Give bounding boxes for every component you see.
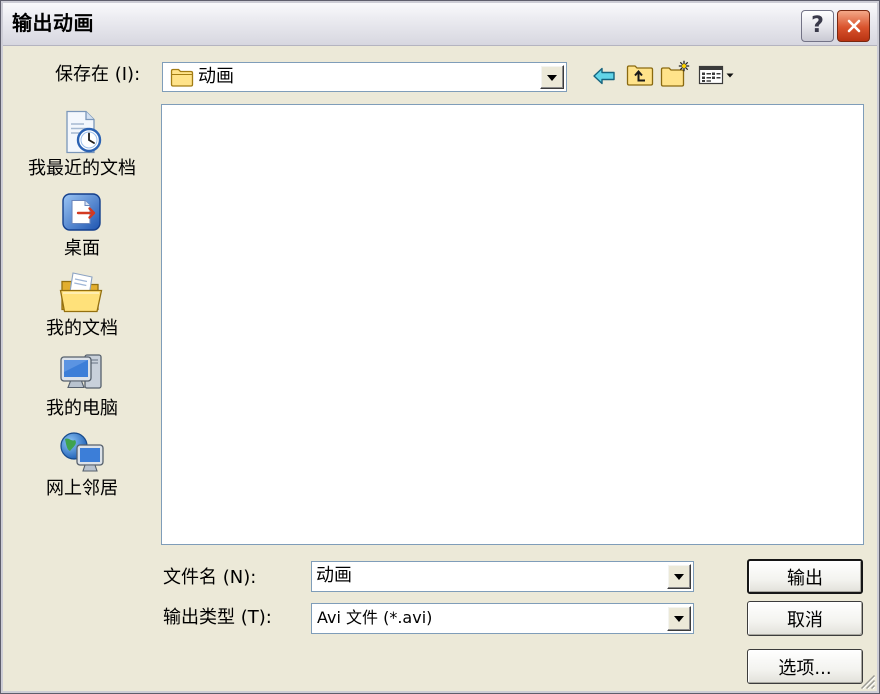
places-item-label: 我的电脑	[46, 398, 118, 419]
places-item-my-computer[interactable]: 我的电脑	[20, 344, 144, 422]
view-menu-button[interactable]	[698, 64, 736, 86]
back-arrow-icon	[593, 67, 615, 85]
title-bar[interactable]: 输出动画 ?	[0, 0, 880, 46]
save-in-dropdown-button[interactable]	[540, 65, 564, 89]
output-button[interactable]: 输出	[747, 559, 863, 594]
places-item-label: 我最近的文档	[28, 158, 136, 179]
save-in-label: 保存在 (I):	[55, 64, 141, 85]
back-button[interactable]	[592, 65, 616, 87]
save-in-combobox[interactable]: 动画	[162, 62, 567, 92]
file-name-value: 动画	[316, 565, 352, 586]
places-item-recent-documents[interactable]: 我最近的文档	[20, 104, 144, 182]
cancel-button[interactable]: 取消	[747, 601, 863, 636]
places-item-my-documents[interactable]: 我的文档	[20, 264, 144, 342]
file-type-label: 输出类型 (T):	[163, 607, 272, 628]
file-name-dropdown-button[interactable]	[667, 564, 691, 589]
chevron-down-icon	[547, 74, 557, 81]
new-folder-icon	[660, 60, 690, 87]
file-type-dropdown-button[interactable]	[667, 606, 691, 631]
places-item-network-places[interactable]: 网上邻居	[20, 424, 144, 502]
my-documents-icon	[59, 272, 103, 313]
file-type-select[interactable]: Avi 文件 (*.avi)	[311, 603, 694, 634]
save-in-value: 动画	[198, 66, 234, 87]
up-folder-icon	[626, 65, 654, 86]
chevron-down-icon	[674, 616, 684, 622]
create-new-folder-button[interactable]	[660, 60, 690, 88]
help-question-icon: ?	[811, 13, 824, 38]
file-type-value: Avi 文件 (*.avi)	[317, 608, 433, 627]
file-list[interactable]	[161, 104, 864, 545]
folder-icon	[170, 68, 194, 87]
my-computer-icon	[60, 354, 102, 389]
file-name-combobox[interactable]: 动画	[311, 561, 694, 592]
places-item-label: 我的文档	[46, 318, 118, 339]
save-dialog-window: 输出动画 ? 保存在 (I): 动画 我最近的文档 桌面 我的文档 我的电脑 网…	[0, 0, 880, 694]
resize-grip[interactable]	[856, 670, 876, 690]
options-button[interactable]: 选项...	[747, 649, 863, 684]
close-icon	[847, 19, 860, 33]
places-item-label: 网上邻居	[46, 478, 118, 499]
network-places-icon	[60, 432, 104, 472]
up-one-level-button[interactable]	[626, 63, 654, 87]
resize-grip-icon	[861, 675, 876, 690]
places-item-desktop[interactable]: 桌面	[20, 184, 144, 262]
places-item-label: 桌面	[64, 238, 100, 259]
view-menu-icon	[698, 65, 734, 85]
window-title: 输出动画	[12, 11, 94, 35]
chevron-down-icon	[674, 574, 684, 580]
help-button[interactable]: ?	[801, 10, 834, 42]
recent-documents-icon	[66, 110, 102, 154]
close-button[interactable]	[837, 10, 870, 42]
file-name-label: 文件名 (N):	[163, 567, 257, 588]
desktop-icon	[62, 193, 101, 231]
